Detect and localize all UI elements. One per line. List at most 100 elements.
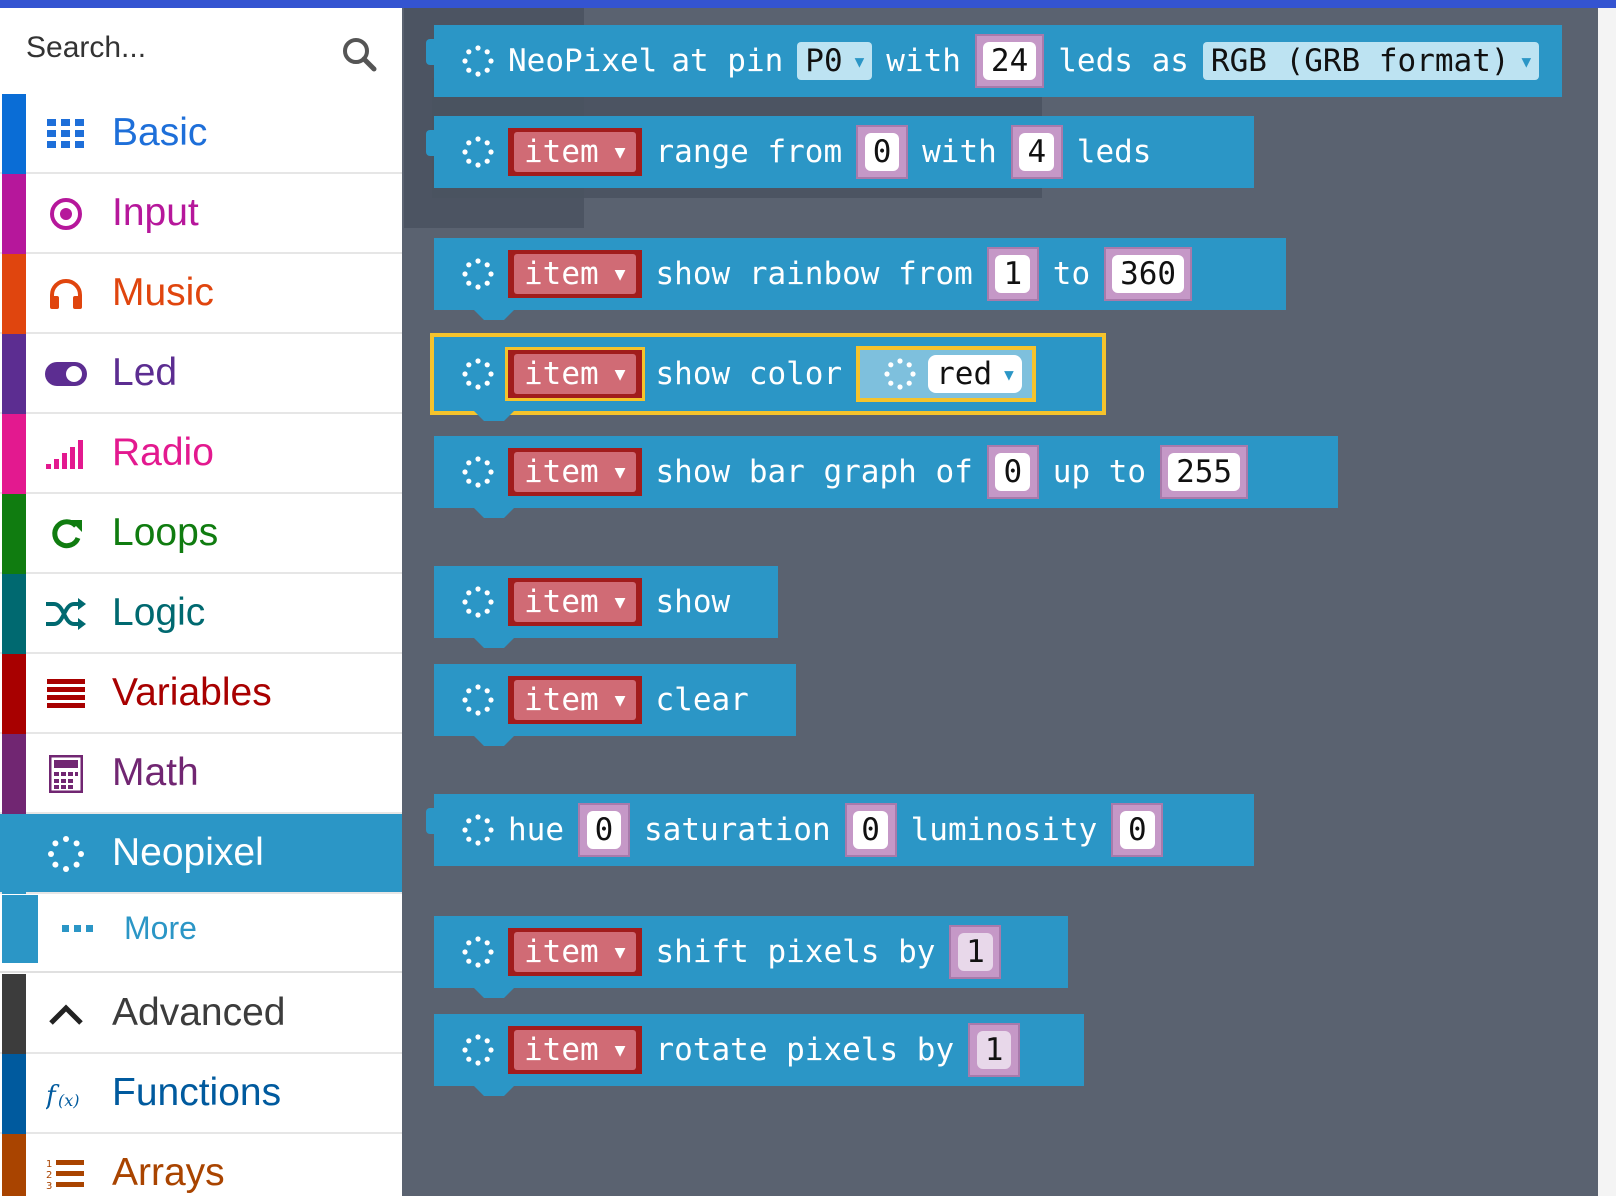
range-length-input[interactable]: 4 xyxy=(1010,125,1063,179)
category-arrays[interactable]: 123 Arrays xyxy=(0,1134,402,1196)
ellipsis-icon xyxy=(62,925,93,932)
variable-dropdown[interactable]: item ▼ xyxy=(508,448,642,496)
variable-dropdown[interactable]: item ▼ xyxy=(508,578,642,626)
category-logic[interactable]: Logic xyxy=(0,574,402,654)
category-variables[interactable]: Variables xyxy=(0,654,402,734)
shift-amount-input[interactable]: 1 xyxy=(949,925,1002,979)
category-label: Music xyxy=(112,271,214,314)
category-math[interactable]: Math xyxy=(0,734,402,814)
category-label: Neopixel xyxy=(112,831,264,874)
category-functions[interactable]: f (x) Functions xyxy=(0,1054,402,1134)
led-count-input[interactable]: 24 xyxy=(974,34,1045,88)
dropdown-value: red xyxy=(936,356,993,392)
category-color-strip xyxy=(2,895,38,963)
category-music[interactable]: Music xyxy=(0,254,402,334)
number-value: 0 xyxy=(1119,811,1155,849)
divider xyxy=(0,963,402,973)
category-color-strip xyxy=(2,974,26,1054)
block-range[interactable]: item ▼ range from 0 with 4 leds xyxy=(426,116,1254,188)
block-show-color[interactable]: item ▼ show color red ▼ xyxy=(430,333,1106,421)
category-color-strip xyxy=(2,254,26,334)
neopixel-icon xyxy=(884,358,916,390)
dropdown-arrow-icon: ▼ xyxy=(614,141,626,163)
category-color-strip xyxy=(2,414,26,494)
number-value: 24 xyxy=(982,42,1037,80)
block-text: up to xyxy=(1052,454,1147,490)
mode-dropdown[interactable]: RGB (GRB format) ▼ xyxy=(1202,42,1540,80)
hue-input[interactable]: 0 xyxy=(578,803,630,857)
category-more[interactable]: More xyxy=(0,895,402,963)
neopixel-icon xyxy=(462,456,494,488)
workspace-scrollbar[interactable] xyxy=(1598,8,1616,1196)
svg-text:3: 3 xyxy=(46,1181,52,1192)
dropdown-value: RGB (GRB format) xyxy=(1210,43,1510,79)
variable-dropdown[interactable]: item ▼ xyxy=(505,347,645,401)
rotate-amount-input[interactable]: 1 xyxy=(968,1023,1021,1077)
function-icon: f (x) xyxy=(44,1074,88,1114)
variable-dropdown[interactable]: item ▼ xyxy=(508,676,642,724)
category-label: Advanced xyxy=(112,991,286,1034)
variable-name: item xyxy=(524,256,599,292)
block-clear[interactable]: item ▼ clear xyxy=(434,664,796,746)
category-advanced[interactable]: Advanced xyxy=(0,974,402,1054)
svg-text:1: 1 xyxy=(46,1159,52,1170)
variable-dropdown[interactable]: item ▼ xyxy=(508,128,642,176)
number-value: 0 xyxy=(864,133,900,171)
category-loops[interactable]: Loops xyxy=(0,494,402,574)
category-color-strip xyxy=(2,1134,26,1196)
category-radio[interactable]: Radio xyxy=(0,414,402,494)
block-show-rainbow[interactable]: item ▼ show rainbow from 1 to 360 xyxy=(434,238,1286,320)
category-color-strip xyxy=(2,494,26,574)
color-reporter-block[interactable]: red ▼ xyxy=(856,346,1036,402)
variable-dropdown[interactable]: item ▼ xyxy=(508,1026,642,1074)
neopixel-icon xyxy=(462,586,494,618)
dropdown-arrow-icon: ▼ xyxy=(614,1039,626,1061)
variable-name: item xyxy=(524,584,599,620)
category-color-strip xyxy=(2,734,26,814)
number-value: 1 xyxy=(976,1031,1012,1069)
block-hsl[interactable]: hue 0 saturation 0 luminosity 0 xyxy=(426,794,1254,866)
variable-dropdown[interactable]: item ▼ xyxy=(508,250,642,298)
block-neopixel-create[interactable]: NeoPixel at pin P0 ▼ with 24 leds as RGB … xyxy=(426,25,1562,97)
category-color-strip xyxy=(2,574,26,654)
shuffle-icon xyxy=(44,594,88,634)
signal-icon xyxy=(44,434,88,474)
variable-name: item xyxy=(524,1032,599,1068)
category-basic[interactable]: Basic xyxy=(0,94,402,174)
neopixel-icon xyxy=(462,814,494,846)
neopixel-icon xyxy=(462,45,494,77)
color-dropdown[interactable]: red ▼ xyxy=(928,355,1022,393)
rainbow-start-input[interactable]: 1 xyxy=(986,247,1039,301)
block-show[interactable]: item ▼ show xyxy=(434,566,778,648)
category-color-strip xyxy=(2,94,26,174)
block-text: show rainbow from xyxy=(655,256,973,292)
neopixel-icon xyxy=(462,936,494,968)
neopixel-icon xyxy=(462,136,494,168)
category-label: Led xyxy=(112,351,178,394)
number-value: 360 xyxy=(1112,255,1185,293)
numbered-list-icon: 123 xyxy=(44,1154,88,1194)
headphones-icon xyxy=(44,274,88,314)
saturation-input[interactable]: 0 xyxy=(844,803,897,857)
number-value: 0 xyxy=(586,811,622,849)
category-input[interactable]: Input xyxy=(0,174,402,254)
luminosity-input[interactable]: 0 xyxy=(1111,803,1164,857)
block-show-bar-graph[interactable]: item ▼ show bar graph of 0 up to 255 xyxy=(434,436,1338,518)
search-input[interactable] xyxy=(26,26,326,70)
bar-max-input[interactable]: 255 xyxy=(1160,445,1249,499)
pin-dropdown[interactable]: P0 ▼ xyxy=(797,42,873,80)
category-label: More xyxy=(124,910,197,946)
block-rotate-pixels[interactable]: item ▼ rotate pixels by 1 xyxy=(434,1014,1084,1096)
dropdown-arrow-icon: ▼ xyxy=(854,51,865,71)
category-neopixel[interactable]: Neopixel xyxy=(0,814,402,894)
variable-dropdown[interactable]: item ▼ xyxy=(508,928,642,976)
block-text: rotate pixels by xyxy=(655,1032,955,1068)
range-start-input[interactable]: 0 xyxy=(856,125,909,179)
block-shift-pixels[interactable]: item ▼ shift pixels by 1 xyxy=(434,916,1068,998)
category-led[interactable]: Led xyxy=(0,334,402,414)
category-color-strip xyxy=(2,654,26,734)
search-icon[interactable] xyxy=(340,35,380,75)
dropdown-arrow-icon: ▼ xyxy=(614,263,626,285)
rainbow-end-input[interactable]: 360 xyxy=(1104,247,1193,301)
bar-value-input[interactable]: 0 xyxy=(986,445,1039,499)
